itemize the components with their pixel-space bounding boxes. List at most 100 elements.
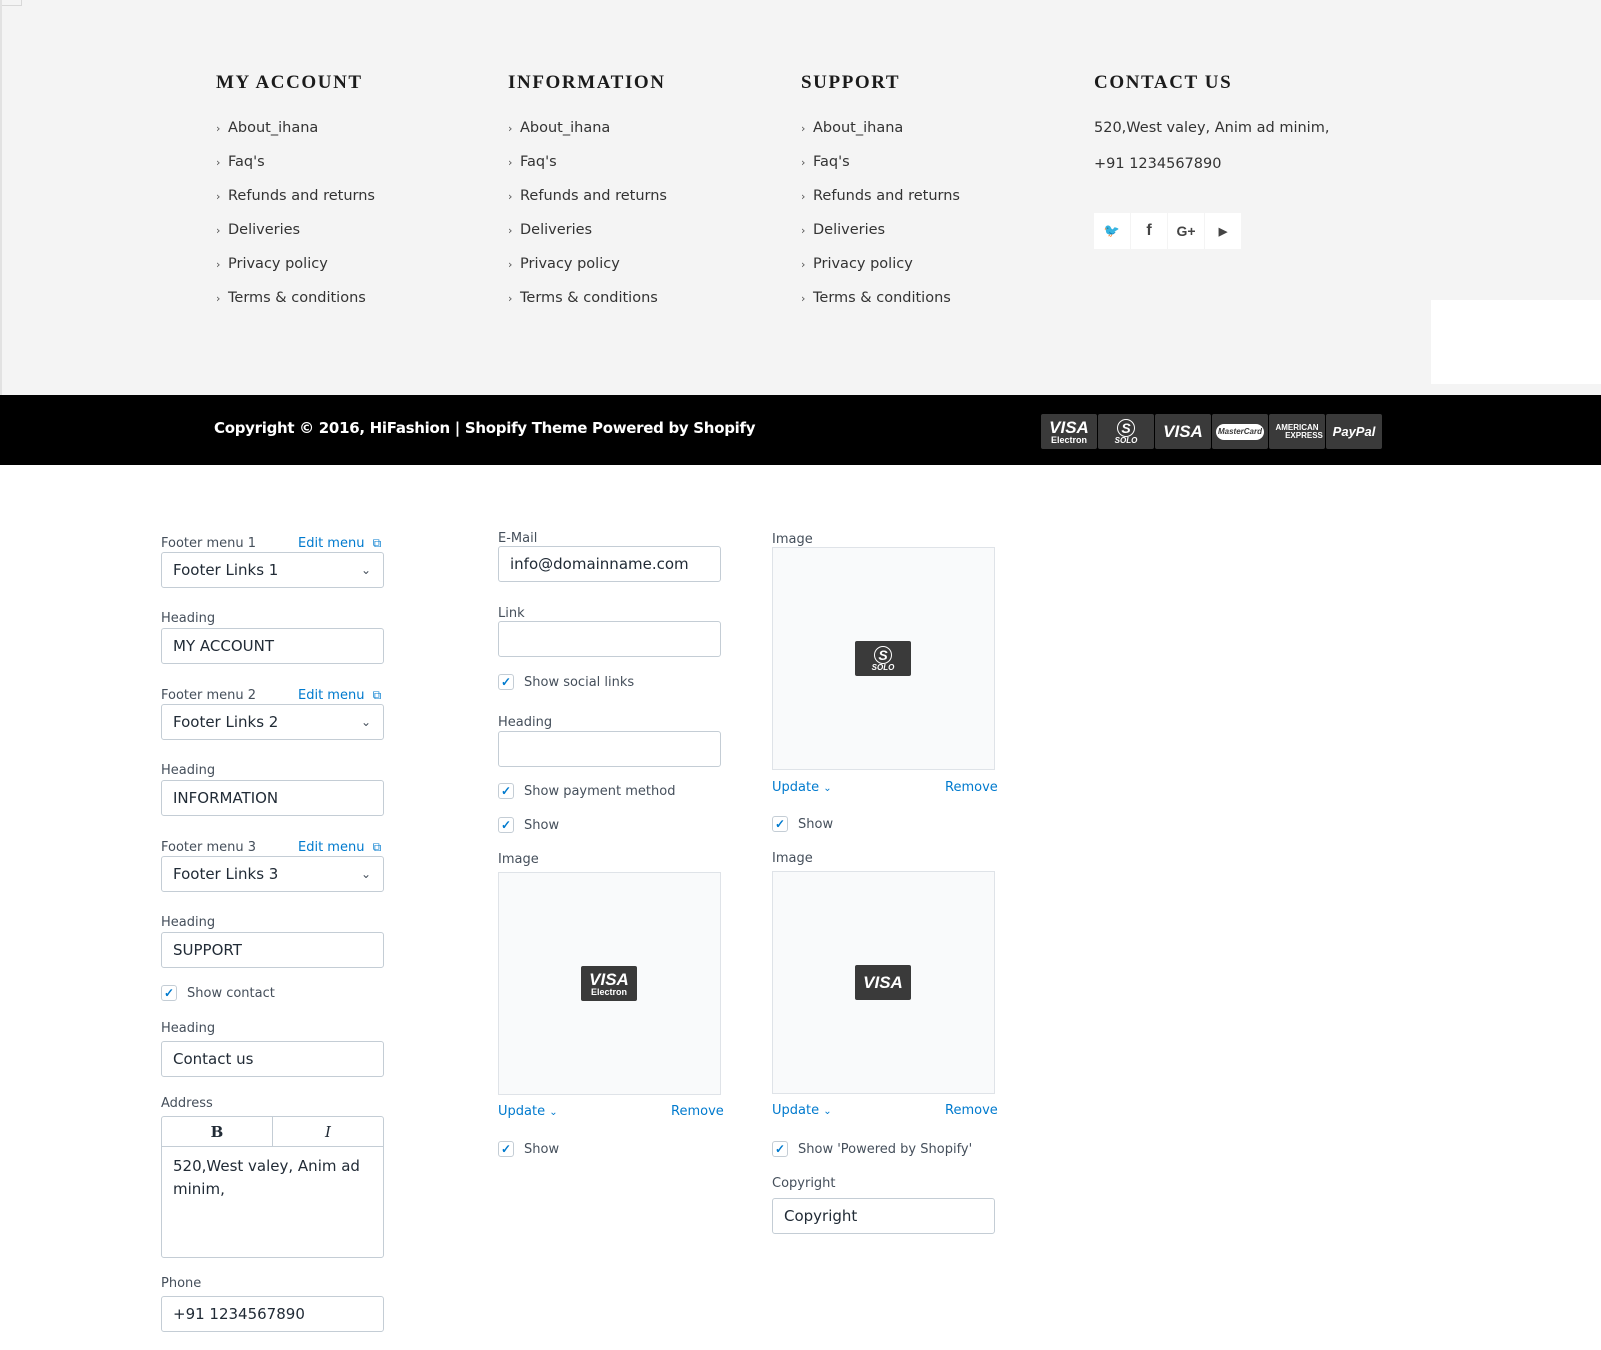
heading-2-input[interactable]: INFORMATION [161, 780, 384, 816]
copyright-bar: Copyright © 2016, HiFashion | Shopify Th… [0, 395, 1601, 465]
address-editor[interactable]: B I 520,West valey, Anim ad minim, [161, 1116, 384, 1258]
footer-menu-1-label: Footer menu 1 [161, 536, 257, 551]
footer-menu-3-select[interactable]: Footer Links 3 ⌄ [161, 856, 384, 892]
chevron-down-icon: ⌄ [360, 563, 371, 577]
footer-column-support: SUPPORT › About_ihana › Faq's › Refunds and… [801, 72, 960, 322]
chevron-right-icon: › [801, 122, 806, 135]
show-powered-checkbox[interactable]: ✓ [772, 1141, 788, 1157]
chevron-right-icon: › [216, 190, 221, 203]
footer-menu-2-label: Footer menu 2 [161, 688, 257, 703]
show-checkbox[interactable]: ✓ [498, 817, 514, 833]
chevron-down-icon: ⌄ [823, 1106, 832, 1117]
footer-link[interactable]: › Refunds and returns [801, 186, 960, 220]
visa-icon: VISA [1155, 414, 1211, 449]
footer-link[interactable]: › Terms & conditions [508, 288, 667, 322]
chevron-right-icon: › [508, 292, 513, 305]
link-label: Link [498, 606, 525, 621]
facebook-icon[interactable]: f [1131, 213, 1167, 249]
footer-column-contact: CONTACT US 520,West valey, Anim ad minim… [1094, 72, 1329, 190]
remove-image-button[interactable]: Remove [945, 1103, 998, 1118]
image-label: Image [772, 532, 813, 547]
chevron-down-icon: ⌄ [823, 783, 832, 794]
chevron-right-icon: › [216, 122, 221, 135]
footer-link[interactable]: › Faq's [801, 152, 960, 186]
heading-3-input[interactable]: SUPPORT [161, 932, 384, 968]
twitter-icon[interactable]: 🐦 [1094, 213, 1130, 249]
show-social-checkbox[interactable]: ✓ [498, 674, 514, 690]
heading-5-input[interactable] [498, 731, 721, 767]
edit-menu-3-link[interactable]: Edit menu ⧉ [298, 840, 381, 855]
footer-link[interactable]: › Privacy policy [508, 254, 667, 288]
footer-menu-1-select[interactable]: Footer Links 1 ⌄ [161, 552, 384, 588]
show-payment-checkbox[interactable]: ✓ [498, 783, 514, 799]
link-input[interactable] [498, 621, 721, 657]
show-contact-checkbox[interactable]: ✓ [161, 985, 177, 1001]
blank-area [1431, 300, 1601, 384]
update-image-button[interactable]: Update ⌄ [772, 780, 832, 795]
remove-image-button[interactable]: Remove [945, 780, 998, 795]
google-plus-icon[interactable]: G+ [1168, 213, 1204, 249]
edit-menu-1-link[interactable]: Edit menu ⧉ [298, 536, 381, 551]
show-social-label: Show social links [524, 675, 635, 690]
footer-column-my-account: MY ACCOUNT › About_ihana › Faq's › Refunds … [216, 72, 375, 322]
remove-image-button[interactable]: Remove [671, 1104, 724, 1119]
show-checkbox[interactable]: ✓ [772, 816, 788, 832]
footer-link[interactable]: › Deliveries [508, 220, 667, 254]
email-input[interactable]: info@domainname.com [498, 546, 721, 582]
show-powered-label: Show 'Powered by Shopify' [798, 1142, 973, 1157]
footer-link[interactable]: › Faq's [216, 152, 375, 186]
chevron-down-icon: ⌄ [360, 715, 371, 729]
image-preview[interactable]: VISA [772, 871, 995, 1094]
youtube-icon[interactable]: ▶ [1205, 213, 1241, 249]
footer-link[interactable]: › Refunds and returns [216, 186, 375, 220]
visa-electron-icon: VISA Electron [1041, 414, 1097, 449]
address-text[interactable]: 520,West valey, Anim ad minim, [162, 1147, 383, 1209]
corner-mark [2, 0, 22, 6]
solo-icon: S SOLO [1098, 414, 1154, 449]
show-checkbox[interactable]: ✓ [498, 1141, 514, 1157]
copyright-input[interactable]: Copyright [772, 1198, 995, 1234]
bold-button[interactable]: B [162, 1117, 272, 1146]
footer-link[interactable]: › Terms & conditions [801, 288, 960, 322]
update-image-button[interactable]: Update ⌄ [772, 1103, 832, 1118]
show-payment-label: Show payment method [524, 784, 676, 799]
footer-link[interactable]: › Faq's [508, 152, 667, 186]
heading-1-input[interactable]: MY ACCOUNT [161, 628, 384, 664]
external-link-icon: ⧉ [372, 840, 382, 854]
edit-menu-2-link[interactable]: Edit menu ⧉ [298, 688, 381, 703]
image-preview[interactable]: VISA Electron [498, 872, 721, 1095]
footer-menu-2-select[interactable]: Footer Links 2 ⌄ [161, 704, 384, 740]
chevron-right-icon: › [216, 156, 221, 169]
copyright-text: Copyright © 2016, HiFashion | Shopify Th… [214, 419, 756, 437]
footer-link[interactable]: › Deliveries [801, 220, 960, 254]
address-label: Address [161, 1096, 213, 1111]
heading-4-input[interactable]: Contact us [161, 1041, 384, 1077]
chevron-right-icon: › [216, 292, 221, 305]
footer-link[interactable]: › About_ihana [801, 118, 960, 152]
update-image-button[interactable]: Update ⌄ [498, 1104, 558, 1119]
chevron-right-icon: › [508, 190, 513, 203]
footer-link[interactable]: › Deliveries [216, 220, 375, 254]
chevron-right-icon: › [508, 258, 513, 271]
mastercard-icon: MasterCard [1212, 414, 1268, 449]
image-preview[interactable]: S SOLO [772, 547, 995, 770]
footer-link[interactable]: › About_ihana [508, 118, 667, 152]
heading-2-label: Heading [161, 763, 216, 778]
heading-1-label: Heading [161, 611, 216, 626]
phone-input[interactable]: +91 1234567890 [161, 1296, 384, 1332]
footer-link[interactable]: › Privacy policy [216, 254, 375, 288]
chevron-down-icon: ⌄ [549, 1107, 558, 1118]
show-label: Show [798, 817, 834, 832]
heading-5-label: Heading [498, 715, 553, 730]
image-label: Image [498, 852, 539, 867]
chevron-right-icon: › [508, 224, 513, 237]
footer-link[interactable]: › Refunds and returns [508, 186, 667, 220]
footer-link[interactable]: › Privacy policy [801, 254, 960, 288]
footer-link[interactable]: › About_ihana [216, 118, 375, 152]
chevron-right-icon: › [801, 190, 806, 203]
italic-button[interactable]: I [272, 1117, 383, 1146]
chevron-right-icon: › [801, 292, 806, 305]
footer-link[interactable]: › Terms & conditions [216, 288, 375, 322]
heading-4-label: Heading [161, 1021, 216, 1036]
footer-menu-3-label: Footer menu 3 [161, 840, 257, 855]
